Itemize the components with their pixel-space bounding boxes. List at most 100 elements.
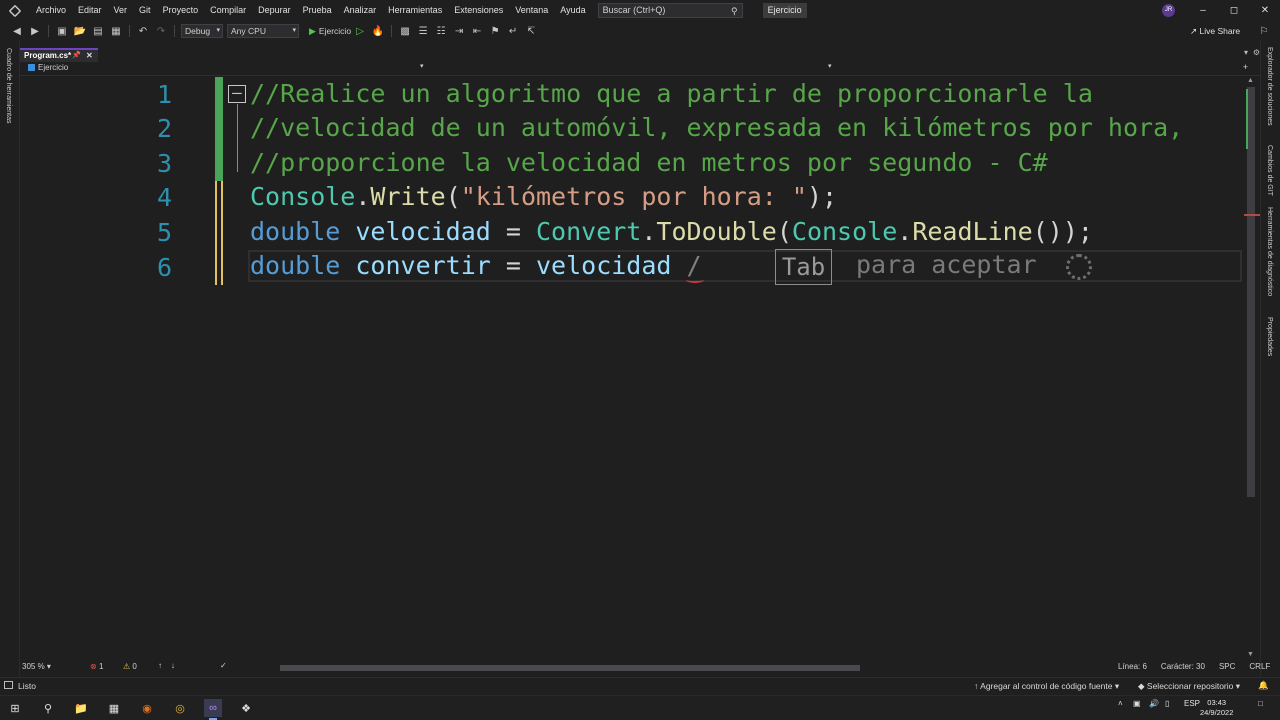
git-changes-tab[interactable]: Cambios de GIT [1266,145,1273,196]
menu-git[interactable]: Git [133,0,157,21]
menu-depurar[interactable]: Depurar [252,0,297,21]
menu-herramientas[interactable]: Herramientas [382,0,448,21]
whitespace-indicator[interactable]: SPC [1219,662,1235,671]
search-input[interactable]: Buscar (Ctrl+Q) ⚲ [597,3,743,18]
type-dropdown-chevron-icon[interactable]: ▾ [420,62,424,70]
network-icon[interactable]: ▣ [1133,699,1141,708]
line-indicator[interactable]: Línea: 6 [1118,662,1147,671]
windows-start-icon[interactable]: ⊞ [6,699,24,717]
caret-position-info: Línea: 6 Carácter: 30 SPC CRLF [1118,662,1280,671]
bookmark-icon[interactable]: ⚑ [488,24,502,38]
gear-icon[interactable]: ⚙ [1253,48,1260,57]
tab-program-cs[interactable]: Program.cs* 📌 ✕ [20,48,98,62]
visual-studio-logo-icon[interactable] [0,0,30,21]
token-identifier: convertir [355,251,491,280]
notification-center-icon[interactable]: □ [1258,699,1263,708]
redo-icon[interactable]: ↷ [154,24,168,38]
properties-tab[interactable]: Propiedades [1266,317,1273,356]
configuration-dropdown[interactable]: Debug ▾ [181,24,223,38]
comment-icon[interactable]: ☰ [416,24,430,38]
pin-icon[interactable]: 📌 [72,50,81,62]
menu-ayuda[interactable]: Ayuda [554,0,591,21]
scrollbar-thumb[interactable] [1247,87,1255,497]
chrome-icon[interactable]: ◎ [171,699,189,717]
toolbox-tab[interactable]: Cuadro de herramientas [5,48,12,124]
diagnostic-tools-tab[interactable]: Herramientas de diagnóstico [1266,207,1273,296]
save-icon[interactable]: ▤ [91,24,105,38]
clear-bookmarks-icon[interactable]: ↸ [524,24,538,38]
project-dropdown[interactable]: Ejercicio [28,63,68,72]
outdent-icon[interactable]: ⇤ [470,24,484,38]
save-all-icon[interactable]: ▦ [109,24,123,38]
select-repository-button[interactable]: ◆ Seleccionar repositorio ▾ [1138,681,1240,692]
uncomment-icon[interactable]: ☷ [434,24,448,38]
live-share-button[interactable]: ↗ Live Share [1190,21,1240,41]
menu-prueba[interactable]: Prueba [297,0,338,21]
next-bookmark-icon[interactable]: ↵ [506,24,520,38]
indent-icon[interactable]: ⇥ [452,24,466,38]
speaker-icon[interactable]: 🔊 [1149,699,1159,708]
token-class: Convert [536,217,642,246]
maximize-icon[interactable]: ◻ [1219,0,1249,21]
line-ending-indicator[interactable]: CRLF [1249,662,1270,671]
collapse-region-icon[interactable]: – [228,85,246,103]
start-without-debugging-icon[interactable]: ▷ [353,24,367,38]
add-icon[interactable]: + [1243,62,1248,72]
code-editor[interactable]: 1 2 3 4 5 6 – //Realice un algoritmo que… [20,77,1244,661]
user-avatar[interactable]: JR [1162,4,1175,17]
code-cleanup-icon[interactable]: ✓ [220,661,227,670]
battery-icon[interactable]: ▯ [1165,699,1169,708]
back-icon[interactable]: ◀ [10,24,24,38]
forward-icon[interactable]: ▶ [28,24,42,38]
issue-navigation[interactable]: ↑ ↓ [158,661,175,670]
menu-compilar[interactable]: Compilar [204,0,252,21]
menu-ver[interactable]: Ver [108,0,134,21]
minimize-icon[interactable]: – [1188,0,1218,21]
firefox-icon[interactable]: ◉ [138,699,156,717]
undo-icon[interactable]: ↶ [136,24,150,38]
visual-studio-taskbar-icon[interactable]: ∞ [204,699,222,720]
store-icon[interactable]: ▦ [105,699,123,717]
horizontal-scrollbar[interactable] [265,665,1095,671]
arrow-up-icon[interactable]: ↑ [158,661,162,670]
close-tab-icon[interactable]: ✕ [86,50,93,62]
menu-ventana[interactable]: Ventana [509,0,554,21]
scroll-down-icon[interactable]: ▼ [1247,651,1254,658]
open-folder-icon[interactable]: 📂 [73,24,87,38]
arrow-down-icon[interactable]: ↓ [171,661,175,670]
menu-extensiones[interactable]: Extensiones [448,0,509,21]
menu-editar[interactable]: Editar [72,0,108,21]
vertical-scrollbar[interactable]: ▲ ▼ [1244,77,1260,661]
horizontal-scrollbar-thumb[interactable] [280,665,860,671]
search-placeholder: Buscar (Ctrl+Q) [602,5,666,15]
member-dropdown-chevron-icon[interactable]: ▾ [828,62,832,70]
token-operator: = [490,217,536,246]
menu-analizar[interactable]: Analizar [338,0,383,21]
feedback-icon[interactable]: ⚐ [1257,24,1271,38]
token-punct: ( [776,217,792,246]
menu-archivo[interactable]: Archivo [30,0,72,21]
hot-reload-icon[interactable]: 🔥 [371,24,385,38]
platform-dropdown[interactable]: Any CPU ▾ [227,24,299,38]
taskbar-clock[interactable]: 03:43 24/9/2022 [1200,698,1233,718]
menu-proyecto[interactable]: Proyecto [157,0,205,21]
error-count[interactable]: ⊗ 1 [90,662,103,671]
close-icon[interactable]: ✕ [1250,0,1280,21]
notifications-icon[interactable]: 🔔 [1258,680,1269,691]
warning-count[interactable]: ⚠ 0 [123,662,137,671]
start-debugging-button[interactable]: ▶ Ejercicio [309,26,351,37]
add-to-source-control-button[interactable]: ↑ Agregar al control de código fuente ▾ [974,681,1119,692]
char-indicator[interactable]: Carácter: 30 [1161,662,1205,671]
app-taskbar-icon[interactable]: ❖ [237,699,255,717]
browse-icon[interactable]: ▩ [398,24,412,38]
scroll-up-icon[interactable]: ▲ [1247,77,1254,84]
tab-overflow-icon[interactable]: ▾ [1244,48,1248,57]
solution-explorer-tab[interactable]: Explorador de soluciones [1266,47,1273,126]
tray-chevron-up-icon[interactable]: ˄ [1118,699,1123,708]
intellicode-gear-icon[interactable] [1066,254,1092,280]
zoom-level[interactable]: 305 % ▾ [22,662,51,671]
new-project-icon[interactable]: ▣ [55,24,69,38]
language-indicator[interactable]: ESP [1184,699,1200,708]
search-icon[interactable]: ⚲ [39,699,57,717]
file-explorer-icon[interactable]: 📁 [72,699,90,717]
